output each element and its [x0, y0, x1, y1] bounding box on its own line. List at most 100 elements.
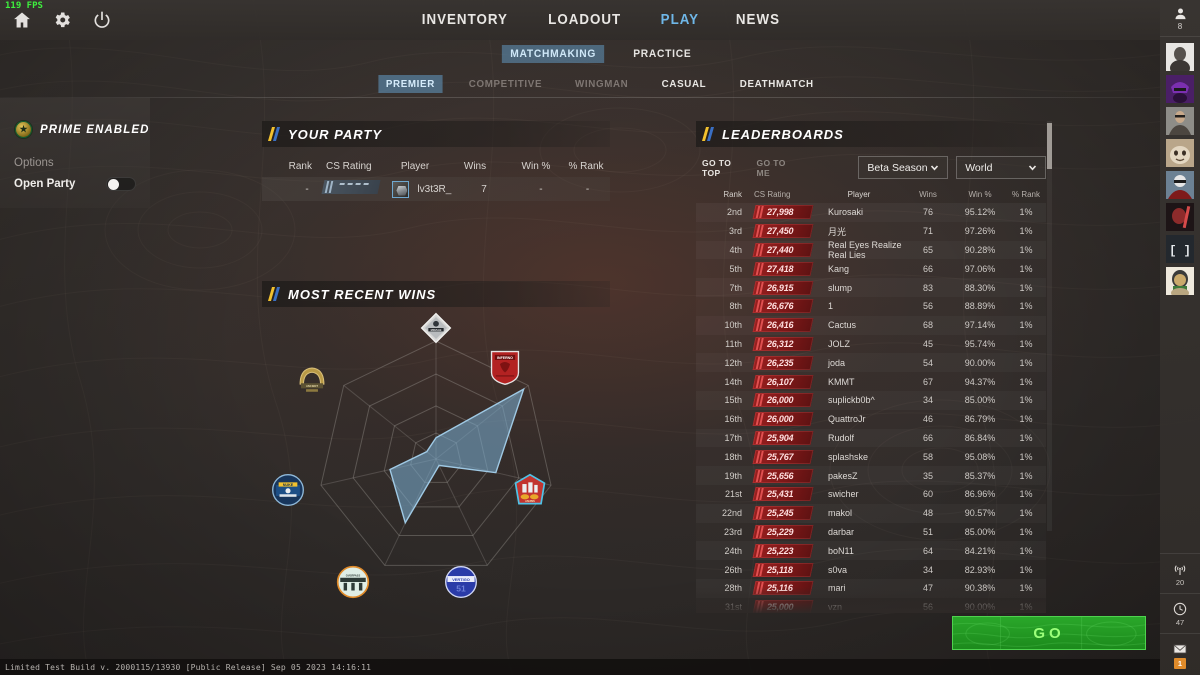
rating-chip: 25,229: [752, 524, 814, 539]
tab-matchmaking[interactable]: MATCHMAKING: [501, 45, 604, 63]
party-winpct: -: [539, 183, 543, 195]
lb-rating: 25,904: [748, 430, 816, 445]
rating-value: 25,656: [767, 470, 794, 481]
prime-label: PRIME ENABLED: [40, 123, 150, 136]
leaderboard-scrollbar[interactable]: [1047, 121, 1052, 531]
prime-badge-icon: ★: [14, 120, 33, 139]
lb-rating: 25,656: [748, 468, 816, 483]
lb-winpct: 90.57%: [964, 508, 996, 519]
leaderboard-row[interactable]: 3rd 27,450 月光 71 97.26% 1%: [696, 222, 1046, 241]
tab-practice[interactable]: PRACTICE: [625, 45, 700, 63]
avatar[interactable]: [1166, 267, 1194, 295]
nav-loadout[interactable]: LOADOUT: [549, 12, 622, 28]
mode-deathmatch[interactable]: DEATHMATCH: [732, 75, 821, 93]
mode-premier[interactable]: PREMIER: [378, 75, 443, 93]
rating-value: 25,229: [767, 526, 794, 537]
leaderboard-row[interactable]: 24th 25,223 boN11 64 84.21% 1%: [696, 541, 1046, 561]
go-button[interactable]: GO: [952, 616, 1146, 650]
avatar[interactable]: [1166, 203, 1194, 231]
party-row[interactable]: - lv3t3R_ 7 - -: [262, 177, 610, 201]
leaderboard-row[interactable]: 4th 27,440 Real Eyes Realize Real Lies 65 90…: [696, 240, 1046, 260]
avatar[interactable]: [1166, 139, 1194, 167]
map-icon-anubis: ANUBIS: [513, 473, 547, 507]
lb-player: Cactus: [828, 320, 857, 331]
mode-competitive[interactable]: COMPETITIVE: [461, 75, 549, 93]
leaderboard-row[interactable]: 11th 26,312 JOLZ 45 95.74% 1%: [696, 335, 1046, 354]
avatar[interactable]: [1166, 43, 1194, 71]
leaderboard-row[interactable]: 16th 26,000 QuattroJr 46 86.79% 1%: [696, 410, 1046, 429]
mode-casual[interactable]: CASUAL: [654, 75, 713, 93]
leaderboard-row[interactable]: 15th 26,000 suplickb0b^ 34 85.00% 1%: [696, 390, 1046, 410]
broadcast-count: 20: [1175, 578, 1185, 587]
lb-prank: 1%: [1019, 282, 1033, 293]
leaderboard-row[interactable]: 12th 26,235 joda 54 90.00% 1%: [696, 353, 1046, 373]
leaderboard-row[interactable]: 22nd 25,245 makol 48 90.57% 1%: [696, 503, 1046, 523]
leaderboard-row[interactable]: 10th 26,416 Cactus 68 97.14% 1%: [696, 315, 1046, 335]
history-button[interactable]: 47: [1160, 593, 1200, 633]
rating-value: 27,418: [767, 263, 794, 274]
map-icon-inferno: INFERNO: [488, 349, 522, 386]
leaderboard-row[interactable]: 21st 25,431 swicher 60 86.96% 1%: [696, 485, 1046, 504]
open-party-option[interactable]: Open Party: [0, 169, 150, 191]
leaderboard-row[interactable]: 5th 27,418 Kang 66 97.06% 1%: [696, 259, 1046, 278]
nav-news[interactable]: NEWS: [736, 12, 780, 28]
nav-inventory[interactable]: INVENTORY: [421, 12, 507, 28]
rating-chip: 25,767: [752, 449, 814, 464]
rating-chip: 26,000: [752, 393, 814, 408]
leaderboard-row[interactable]: 14th 26,107 KMMT 67 94.37% 1%: [696, 372, 1046, 391]
mode-wingman[interactable]: WINGMAN: [568, 75, 636, 93]
avatar[interactable]: [ ]: [1166, 235, 1194, 263]
lb-wins: 76: [922, 207, 933, 218]
leaderboard-row[interactable]: 31st 25,000 vzn 56 90.00% 1%: [696, 598, 1046, 613]
go-to-me-link[interactable]: GO TO ME: [757, 158, 799, 178]
rating-chip: 25,431: [752, 487, 814, 502]
mail-button[interactable]: 1: [1160, 633, 1200, 675]
avatar[interactable]: [1166, 107, 1194, 135]
lb-prank: 1%: [1019, 263, 1033, 274]
scrollbar-thumb[interactable]: [1047, 123, 1052, 169]
avatar[interactable]: [1166, 171, 1194, 199]
most-recent-wins-panel: MOST RECENT WINS MIRAGE INFERNO ANUBIS V…: [262, 281, 610, 627]
lb-prank: 1%: [1019, 301, 1033, 312]
avatar[interactable]: [1166, 75, 1194, 103]
party-col-prank: % Rank: [568, 161, 604, 172]
leaderboard-row[interactable]: 26th 25,118 s0va 34 82.93% 1%: [696, 560, 1046, 579]
lb-rank: 26th: [724, 564, 742, 575]
leaderboard-row[interactable]: 19th 25,656 pakesZ 35 85.37% 1%: [696, 466, 1046, 485]
go-to-top-link[interactable]: GO TO TOP: [702, 158, 749, 178]
map-icon-overpass: OVERPASS: [336, 565, 370, 599]
lb-rating: 26,000: [748, 412, 816, 427]
season-select[interactable]: Beta Season: [858, 156, 949, 179]
party-col-rank: Rank: [288, 161, 312, 172]
lb-rank: 21st: [724, 489, 742, 500]
friend-avatar-list: [ ]: [1166, 37, 1194, 295]
leaderboard-row[interactable]: 23rd 25,229 darbar 51 85.00% 1%: [696, 523, 1046, 542]
svg-text:INFERNO: INFERNO: [497, 356, 513, 360]
region-select[interactable]: World: [956, 156, 1046, 179]
map-radar-chart: MIRAGE INFERNO ANUBIS VERTIGO 51 OVERPAS…: [262, 307, 610, 627]
leaderboard-row[interactable]: 2nd 27,998 Kurosaki 76 95.12% 1%: [696, 203, 1046, 222]
rating-value: 25,118: [767, 564, 793, 575]
friends-list-button[interactable]: 8: [1160, 0, 1200, 37]
leaderboard-row[interactable]: 17th 25,904 Rudolf 66 86.84% 1%: [696, 428, 1046, 448]
person-icon: [1175, 8, 1185, 20]
lb-prank: 1%: [1019, 564, 1033, 575]
lb-player: joda: [828, 357, 846, 368]
open-party-toggle[interactable]: [106, 177, 136, 191]
leaderboard-row[interactable]: 28th 25,116 mari 47 90.38% 1%: [696, 578, 1046, 598]
nav-play[interactable]: PLAY: [660, 12, 698, 28]
svg-text:VERTIGO: VERTIGO: [452, 577, 470, 582]
broadcast-button[interactable]: 20: [1160, 553, 1200, 593]
leaderboard-rows[interactable]: 2nd 27,998 Kurosaki 76 95.12% 1% 3rd 27,450 月光 71…: [696, 203, 1046, 613]
party-col-player: Player: [400, 161, 430, 172]
svg-text:[ ]: [ ]: [1169, 244, 1191, 258]
lb-wins: 46: [922, 414, 933, 425]
leaderboard-row[interactable]: 8th 26,676 1 56 88.89% 1%: [696, 297, 1046, 316]
lb-rank: 28th: [724, 583, 742, 594]
options-heading: Options: [14, 157, 54, 169]
lb-rating: 25,000: [748, 600, 816, 613]
lb-wins: 48: [922, 508, 933, 519]
leaderboard-row[interactable]: 18th 25,767 splashske 58 95.08% 1%: [696, 447, 1046, 466]
rating-chip: 25,000: [752, 600, 814, 613]
leaderboard-row[interactable]: 7th 26,915 slump 83 88.30% 1%: [696, 278, 1046, 297]
